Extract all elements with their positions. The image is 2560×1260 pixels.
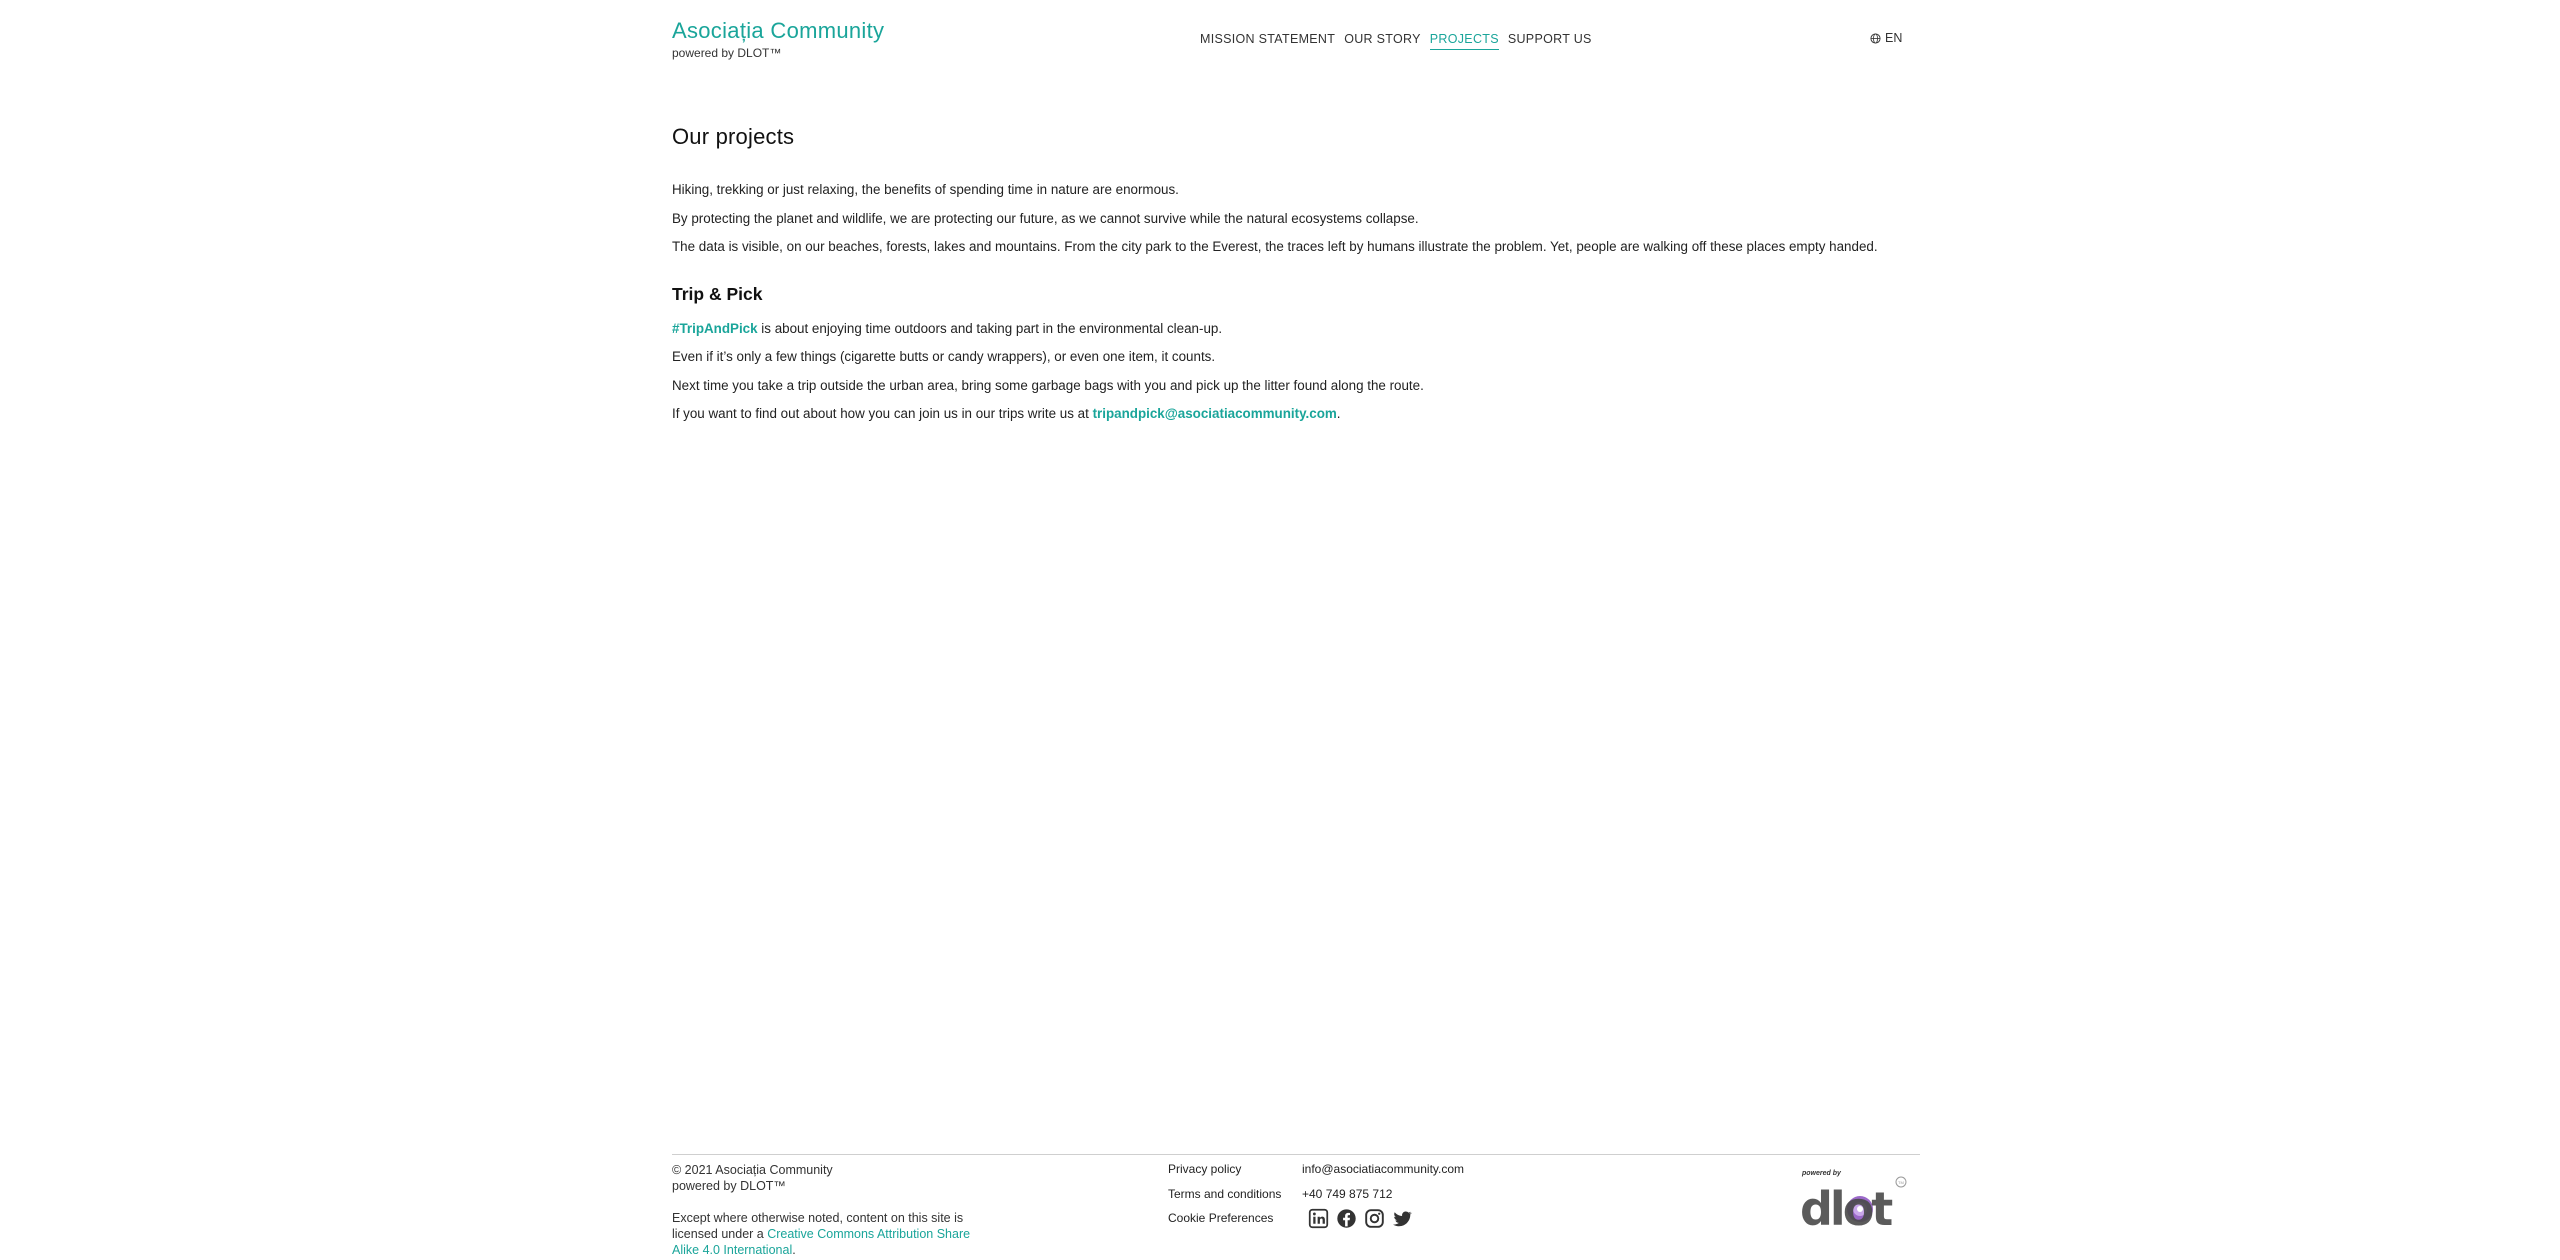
section-title-trip-pick: Trip & Pick bbox=[672, 283, 763, 304]
dlot-logo-small-text: powered by bbox=[1801, 1170, 1842, 1177]
nav-support-us[interactable]: SUPPORT US bbox=[1508, 32, 1592, 50]
contact-prefix: If you want to find out about how you ca… bbox=[672, 406, 1093, 421]
intro-paragraph-3: The data is visible, on our beaches, for… bbox=[672, 239, 1878, 254]
cookie-preferences-link[interactable]: Cookie Preferences bbox=[1168, 1211, 1281, 1236]
language-selector[interactable]: EN bbox=[1870, 31, 1902, 45]
nav-our-story[interactable]: OUR STORY bbox=[1344, 32, 1421, 50]
footer-divider bbox=[672, 1154, 1920, 1155]
brand-name[interactable]: Asociația Community bbox=[672, 18, 884, 44]
social-links bbox=[1308, 1208, 1464, 1233]
twitter-icon[interactable] bbox=[1392, 1208, 1413, 1229]
instagram-icon[interactable] bbox=[1364, 1208, 1385, 1229]
nav-projects[interactable]: PROJECTS bbox=[1429, 32, 1499, 50]
footer-powered: powered by DLOT™ bbox=[672, 1179, 786, 1193]
footer-copyright: © 2021 Asociația Community bbox=[672, 1163, 833, 1177]
globe-icon bbox=[1870, 32, 1881, 44]
language-label: EN bbox=[1885, 31, 1903, 45]
intro-paragraph-1: Hiking, trekking or just relaxing, the b… bbox=[672, 182, 1179, 197]
trip-pick-line-1-text: is about enjoying time outdoors and taki… bbox=[757, 320, 1223, 336]
footer-email[interactable]: info@asociatiacommunity.com bbox=[1302, 1162, 1464, 1187]
brand[interactable]: Asociația Community powered by DLOT™ bbox=[672, 18, 884, 60]
terms-link[interactable]: Terms and conditions bbox=[1168, 1187, 1281, 1212]
dlot-logo-text: dlot bbox=[1800, 1182, 1892, 1236]
license-suffix: . bbox=[792, 1243, 796, 1257]
intro-paragraph-2: By protecting the planet and wildlife, w… bbox=[672, 210, 1419, 226]
footer-contact: info@asociatiacommunity.com +40 749 875 … bbox=[1302, 1162, 1464, 1233]
brand-subtitle: powered by DLOT™ bbox=[672, 46, 782, 60]
dlot-logo[interactable]: powered by dlot TM bbox=[1800, 1168, 1910, 1238]
footer-links: Privacy policy Terms and conditions Cook… bbox=[1168, 1162, 1281, 1236]
main-nav: MISSION STATEMENT OUR STORY PROJECTS SUP… bbox=[1200, 32, 1592, 50]
email-link[interactable]: tripandpick@asociatiacommunity.com bbox=[1093, 406, 1337, 421]
trip-pick-line-1: #TripAndPick is about enjoying time outd… bbox=[672, 315, 1920, 344]
dlot-logo-tm: TM bbox=[1898, 1180, 1904, 1185]
privacy-policy-link[interactable]: Privacy policy bbox=[1168, 1162, 1281, 1187]
page-title: Our projects bbox=[672, 124, 795, 149]
hashtag-link[interactable]: #TripAndPick bbox=[672, 321, 758, 336]
trip-pick-line-3: Next time you take a trip outside the ur… bbox=[672, 377, 1424, 393]
footer-license: Except where otherwise noted, content on… bbox=[672, 1210, 982, 1258]
trip-pick-line-4: If you want to find out about how you ca… bbox=[672, 400, 1920, 429]
nav-mission-statement[interactable]: MISSION STATEMENT bbox=[1200, 32, 1335, 50]
trip-pick-line-2: Even if it’s only a few things (cigarett… bbox=[672, 349, 1216, 364]
main-content: Our projects Hiking, trekking or just re… bbox=[672, 124, 1920, 429]
footer-legal: © 2021 Asociația Community powered by DL… bbox=[672, 1162, 982, 1258]
linkedin-icon[interactable] bbox=[1308, 1208, 1329, 1229]
contact-suffix: . bbox=[1336, 406, 1341, 421]
facebook-icon[interactable] bbox=[1336, 1208, 1357, 1229]
